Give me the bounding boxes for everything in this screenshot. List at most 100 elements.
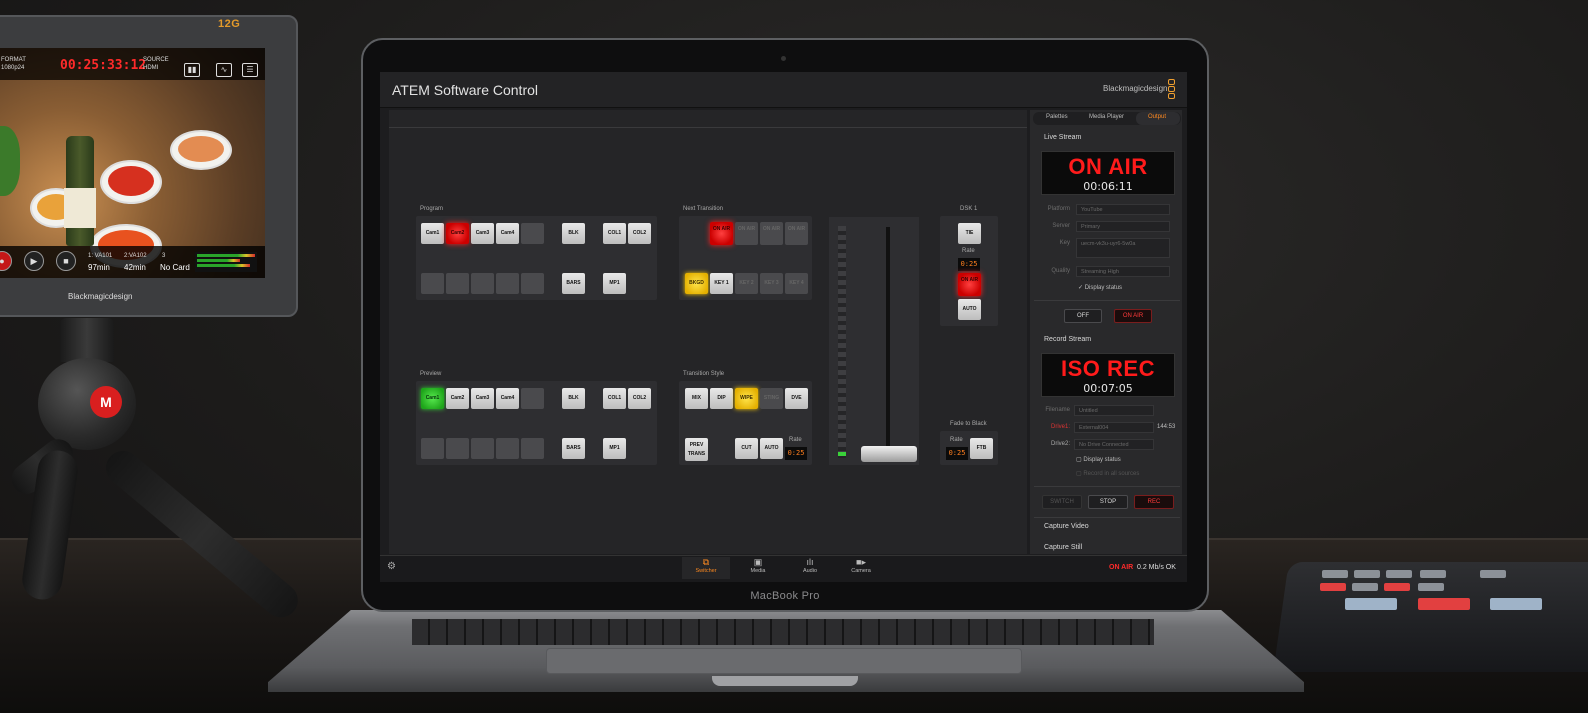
drive1-select[interactable]: External004 xyxy=(1074,422,1154,433)
live-display-status-checkbox[interactable]: ✓ Display status xyxy=(1078,284,1122,291)
nav-audio[interactable]: ılı Audio xyxy=(786,557,834,574)
status-on-air: ON AIR xyxy=(1109,564,1134,571)
quality-label: Quality xyxy=(1051,268,1070,274)
tbar-handle[interactable] xyxy=(861,446,917,462)
stream-off-button[interactable]: OFF xyxy=(1064,309,1102,323)
dsk1-auto-button[interactable]: AUTO xyxy=(958,299,981,320)
settings-sliders-icon[interactable]: ☰ xyxy=(242,63,258,77)
switch-button[interactable]: SWITCH xyxy=(1042,495,1082,509)
status-bitrate: 0.2 Mb/s OK xyxy=(1137,564,1176,571)
quality-select[interactable]: Streaming High xyxy=(1076,266,1170,277)
server-select[interactable]: Primary xyxy=(1076,221,1170,232)
platform-select[interactable]: YouTube xyxy=(1076,204,1170,215)
record-stop-button[interactable]: STOP xyxy=(1088,495,1128,509)
key4-on-air-button[interactable]: ON AIR xyxy=(785,222,808,245)
key4-button[interactable]: KEY 4 xyxy=(785,273,808,294)
program-empty-button[interactable] xyxy=(521,273,544,294)
hw-key xyxy=(1418,583,1444,591)
preview-empty-button[interactable] xyxy=(521,388,544,409)
nav-switcher[interactable]: ⧉ Switcher xyxy=(682,557,730,579)
dsk1-tie-button[interactable]: TIE xyxy=(958,223,981,244)
cut-button[interactable]: CUT xyxy=(735,438,758,459)
program-cam1-button[interactable]: Cam1 xyxy=(421,223,444,244)
preview-bars-button[interactable]: BARS xyxy=(562,438,585,459)
dsk1-on-air-button[interactable]: ON AIR xyxy=(958,273,981,296)
program-empty-button[interactable] xyxy=(521,223,544,244)
preview-empty-button[interactable] xyxy=(521,438,544,459)
record-all-sources-checkbox[interactable]: ▢ Record in all sources xyxy=(1076,470,1139,477)
hw-key-large xyxy=(1345,598,1397,610)
card-slots-icon[interactable]: ▮▮ xyxy=(184,63,200,77)
stop-icon[interactable]: ■ xyxy=(56,251,76,271)
preview-cam2-button[interactable]: Cam2 xyxy=(446,388,469,409)
preview-empty-button[interactable] xyxy=(496,438,519,459)
program-col2-button[interactable]: COL2 xyxy=(628,223,651,244)
preview-cam4-button[interactable]: Cam4 xyxy=(496,388,519,409)
tbar-progress-lit xyxy=(838,452,846,456)
auto-button[interactable]: AUTO xyxy=(760,438,783,459)
preview-col2-button[interactable]: COL2 xyxy=(628,388,651,409)
preview-col1-button[interactable]: COL1 xyxy=(603,388,626,409)
program-empty-button[interactable] xyxy=(446,273,469,294)
program-blk-button[interactable]: BLK xyxy=(562,223,585,244)
webcam xyxy=(781,56,786,61)
platform-label: Platform xyxy=(1047,206,1070,212)
live-stream-header[interactable]: Live Stream xyxy=(1044,134,1081,141)
monitor-screen xyxy=(0,48,265,278)
tab-palettes[interactable]: Palettes xyxy=(1046,114,1068,120)
preview-empty-button[interactable] xyxy=(446,438,469,459)
drive2-select[interactable]: No Drive Connected xyxy=(1074,439,1154,450)
dve-button[interactable]: DVE xyxy=(785,388,808,409)
preview-empty-button[interactable] xyxy=(471,438,494,459)
dip-button[interactable]: DIP xyxy=(710,388,733,409)
preview-empty-button[interactable] xyxy=(421,438,444,459)
preview-blk-button[interactable]: BLK xyxy=(562,388,585,409)
wipe-button[interactable]: WIPE xyxy=(735,388,758,409)
program-cam2-button[interactable]: Cam2 xyxy=(446,223,469,244)
program-empty-button[interactable] xyxy=(471,273,494,294)
ftb-rate-value[interactable]: 0:25 xyxy=(946,447,968,460)
program-empty-button[interactable] xyxy=(421,273,444,294)
capture-video-header[interactable]: Capture Video xyxy=(1044,523,1089,530)
capture-still-header[interactable]: Capture Still xyxy=(1044,544,1082,551)
record-status: ISO REC xyxy=(1061,356,1155,381)
program-cam3-button[interactable]: Cam3 xyxy=(471,223,494,244)
app-title: ATEM Software Control xyxy=(392,82,539,98)
play-icon[interactable]: ▶ xyxy=(24,251,44,271)
program-cam4-button[interactable]: Cam4 xyxy=(496,223,519,244)
scope-icon[interactable]: ∿ xyxy=(216,63,232,77)
preview-cam1-button[interactable]: Cam1 xyxy=(421,388,444,409)
record-rec-button[interactable]: REC xyxy=(1134,495,1174,509)
program-bars-button[interactable]: BARS xyxy=(562,273,585,294)
key1-button[interactable]: KEY 1 xyxy=(710,273,733,294)
tab-output[interactable]: Output xyxy=(1148,114,1166,120)
record-stream-header[interactable]: Record Stream xyxy=(1044,336,1091,343)
program-col1-button[interactable]: COL1 xyxy=(603,223,626,244)
key2-on-air-button[interactable]: ON AIR xyxy=(735,222,758,245)
monitor-format: FORMAT 1080p24 xyxy=(1,57,26,71)
program-empty-button[interactable] xyxy=(496,273,519,294)
key3-on-air-button[interactable]: ON AIR xyxy=(760,222,783,245)
record-display-status-checkbox[interactable]: ▢ Display status xyxy=(1076,456,1121,463)
tab-media-player[interactable]: Media Player xyxy=(1089,114,1124,120)
stream-on-air-button[interactable]: ON AIR xyxy=(1114,309,1152,323)
nav-media[interactable]: ▣ Media xyxy=(734,557,782,574)
prev-trans-button[interactable]: PREV TRANS xyxy=(685,438,708,461)
sting-button[interactable]: STING xyxy=(760,388,783,409)
mix-button[interactable]: MIX xyxy=(685,388,708,409)
transition-rate-label: Rate xyxy=(789,437,802,443)
ftb-button[interactable]: FTB xyxy=(970,438,993,459)
preview-cam3-button[interactable]: Cam3 xyxy=(471,388,494,409)
key1-on-air-button[interactable]: ON AIR xyxy=(710,222,733,245)
preview-mp1-button[interactable]: MP1 xyxy=(603,438,626,459)
nav-camera[interactable]: ■▸ Camera xyxy=(837,557,885,574)
bkgd-button[interactable]: BKGD xyxy=(685,273,708,294)
program-mp1-button[interactable]: MP1 xyxy=(603,273,626,294)
key2-button[interactable]: KEY 2 xyxy=(735,273,758,294)
stream-key-field[interactable]: uecm-vk3u-uyr6-5w0a xyxy=(1076,238,1170,258)
settings-gear-icon[interactable]: ⚙ xyxy=(387,561,396,572)
filename-field[interactable]: Untitled xyxy=(1074,405,1154,416)
key3-button[interactable]: KEY 3 xyxy=(760,273,783,294)
dsk1-rate-value[interactable]: 0:25 xyxy=(958,258,980,271)
transition-rate-value[interactable]: 0:25 xyxy=(785,447,807,460)
